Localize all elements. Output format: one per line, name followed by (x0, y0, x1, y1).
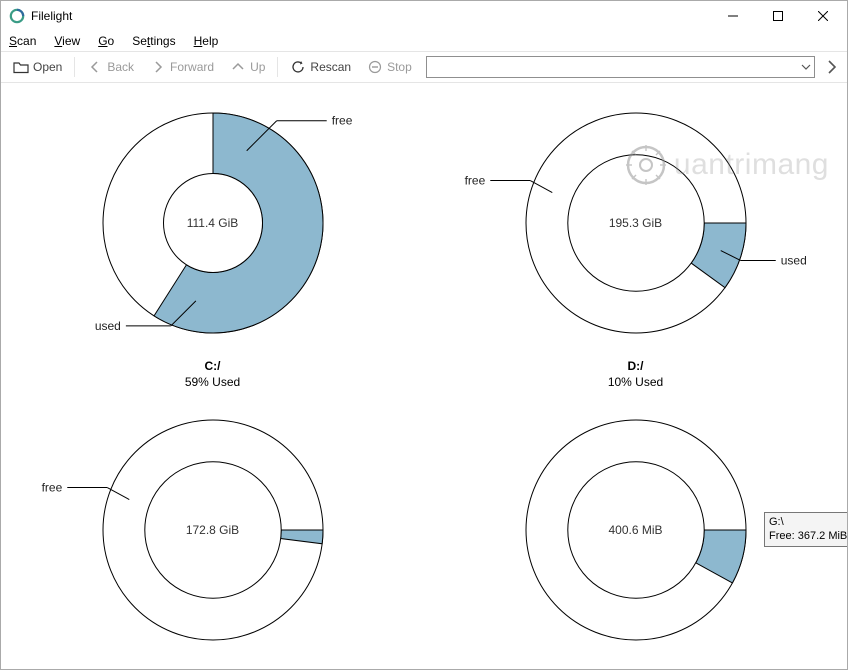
menu-settings[interactable]: Settings (130, 33, 177, 49)
forward-label: Forward (170, 60, 214, 74)
svg-text:free: free (464, 174, 485, 188)
disk-chart-d[interactable]: freeused195.3 GiB (506, 93, 766, 353)
open-button[interactable]: Open (7, 57, 68, 77)
go-button[interactable] (823, 60, 841, 74)
menubar: Scan View Go Settings Help (1, 31, 847, 51)
stop-label: Stop (387, 60, 412, 74)
chevron-up-icon (230, 59, 246, 75)
location-bar[interactable] (426, 56, 815, 78)
disk-chart-c[interactable]: freeused111.4 GiB (83, 93, 343, 353)
menu-scan[interactable]: Scan (7, 33, 38, 49)
back-button[interactable]: Back (81, 57, 140, 77)
titlebar: Filelight (1, 1, 847, 31)
menu-go[interactable]: Go (96, 33, 116, 49)
chevron-left-icon (87, 59, 103, 75)
drive-caption: C:/59% Used (185, 359, 240, 390)
chevron-right-icon (150, 59, 166, 75)
content-area: freeused111.4 GiB C:/59% Used freeused195.… (1, 83, 847, 669)
stop-button[interactable]: Stop (361, 57, 418, 77)
toolbar: Open Back Forward Up Rescan (1, 51, 847, 83)
disk-chart-g[interactable]: 400.6 MiB (506, 400, 766, 660)
chevron-down-icon[interactable] (798, 60, 814, 74)
drive-tile-d: freeused195.3 GiB D:/10% Used (424, 83, 847, 390)
disk-chart-e[interactable]: free172.8 GiB (83, 400, 343, 660)
forward-button[interactable]: Forward (144, 57, 220, 77)
stop-icon (367, 59, 383, 75)
refresh-icon (290, 59, 306, 75)
app-window: Filelight Scan View Go Settings Help Ope… (0, 0, 848, 670)
rescan-button[interactable]: Rescan (284, 57, 357, 77)
drive-tile-g: 400.6 MiBG:\Free: 367.2 MiB (424, 390, 847, 669)
svg-text:used: used (94, 319, 120, 333)
drive-tile-c: freeused111.4 GiB C:/59% Used (1, 83, 424, 390)
menu-help[interactable]: Help (192, 33, 221, 49)
separator (74, 57, 75, 77)
up-label: Up (250, 60, 265, 74)
drive-caption: D:/10% Used (608, 359, 663, 390)
separator (277, 57, 278, 77)
drive-tile-e: free172.8 GiB (1, 390, 424, 669)
minimize-button[interactable] (710, 2, 755, 30)
app-icon (9, 8, 25, 24)
rescan-label: Rescan (310, 60, 351, 74)
up-button[interactable]: Up (224, 57, 271, 77)
window-title: Filelight (31, 9, 72, 23)
tooltip: G:\Free: 367.2 MiB (764, 512, 847, 547)
maximize-button[interactable] (755, 2, 800, 30)
open-label: Open (33, 60, 62, 74)
svg-text:free: free (41, 481, 62, 495)
back-label: Back (107, 60, 134, 74)
menu-view[interactable]: View (52, 33, 82, 49)
svg-text:used: used (780, 254, 806, 268)
close-button[interactable] (800, 2, 845, 30)
svg-text:free: free (331, 114, 352, 128)
folder-open-icon (13, 59, 29, 75)
